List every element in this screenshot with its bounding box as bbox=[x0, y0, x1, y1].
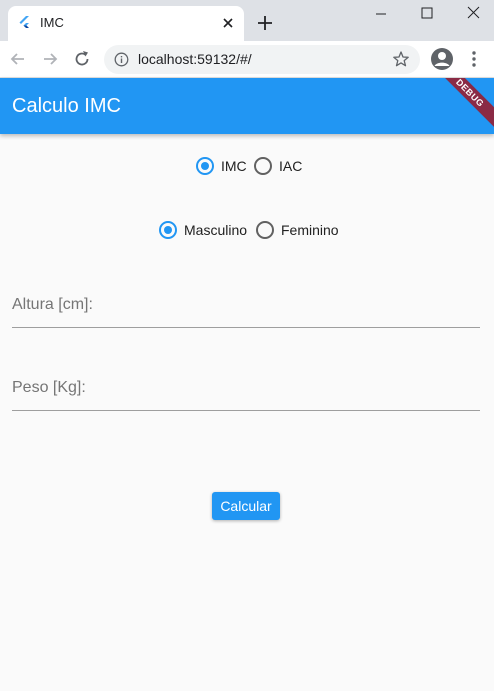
close-tab-icon[interactable] bbox=[220, 15, 236, 31]
height-field-label: Altura [cm]: bbox=[12, 296, 93, 313]
debug-banner: DEBUG bbox=[429, 78, 494, 134]
radio-imc[interactable] bbox=[196, 157, 214, 175]
browser-tab[interactable]: IMC bbox=[8, 6, 244, 41]
close-window-icon[interactable] bbox=[458, 4, 488, 24]
more-menu-icon[interactable] bbox=[466, 49, 482, 69]
back-arrow-icon[interactable] bbox=[8, 49, 28, 69]
info-icon[interactable] bbox=[114, 52, 129, 67]
new-tab-icon[interactable] bbox=[256, 14, 274, 32]
app-bar: Calculo IMC DEBUG bbox=[0, 78, 494, 134]
height-field[interactable]: Altura [cm]: bbox=[12, 288, 480, 328]
url-text: localhost:59132/#/ bbox=[138, 51, 252, 67]
maximize-icon[interactable] bbox=[412, 4, 442, 24]
radio-masculino-label: Masculino bbox=[184, 222, 248, 238]
radio-feminino-label: Feminino bbox=[281, 222, 339, 238]
reload-icon[interactable] bbox=[72, 49, 92, 69]
forward-arrow-icon[interactable] bbox=[40, 49, 60, 69]
radio-iac-label: IAC bbox=[279, 158, 303, 174]
browser-tabstrip: IMC bbox=[0, 0, 494, 41]
minimize-icon[interactable] bbox=[366, 4, 396, 24]
bookmark-star-icon[interactable] bbox=[392, 50, 410, 68]
weight-field[interactable]: Peso [Kg]: bbox=[12, 371, 480, 411]
calculate-button[interactable]: Calcular bbox=[212, 492, 280, 520]
radio-feminino[interactable] bbox=[256, 221, 274, 239]
profile-avatar-icon[interactable] bbox=[430, 47, 454, 71]
weight-field-label: Peso [Kg]: bbox=[12, 379, 86, 396]
page-title: Calculo IMC bbox=[12, 95, 121, 117]
radio-iac[interactable] bbox=[254, 157, 272, 175]
browser-toolbar: localhost:59132/#/ bbox=[0, 41, 494, 78]
calc-type-group: IMC IAC bbox=[0, 155, 494, 179]
sex-group: Masculino Feminino bbox=[0, 219, 494, 243]
radio-masculino[interactable] bbox=[159, 221, 177, 239]
radio-imc-label: IMC bbox=[221, 158, 247, 174]
address-bar[interactable]: localhost:59132/#/ bbox=[104, 45, 420, 74]
flutter-logo-icon bbox=[19, 16, 29, 28]
tab-title: IMC bbox=[40, 15, 64, 30]
